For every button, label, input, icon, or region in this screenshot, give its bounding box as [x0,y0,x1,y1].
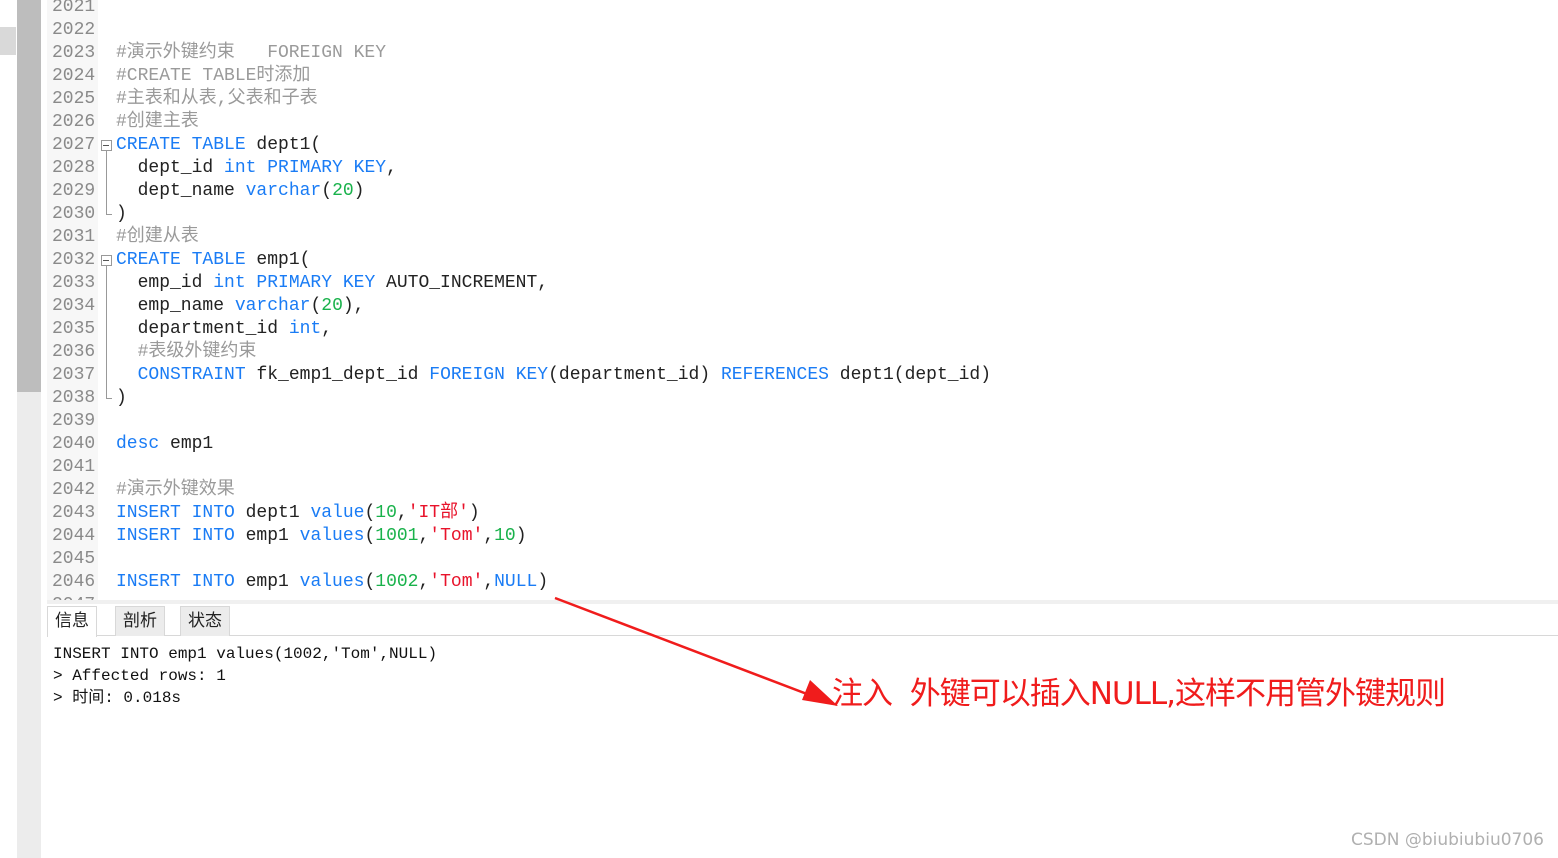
watermark: CSDN @biubiubiu0706 [1350,830,1544,850]
annotation-text: 注入 外键可以插入NULL,这样不用管外键规则 [832,676,1446,712]
arrow-line [554,596,829,704]
red-arrow-annotation [554,596,838,706]
